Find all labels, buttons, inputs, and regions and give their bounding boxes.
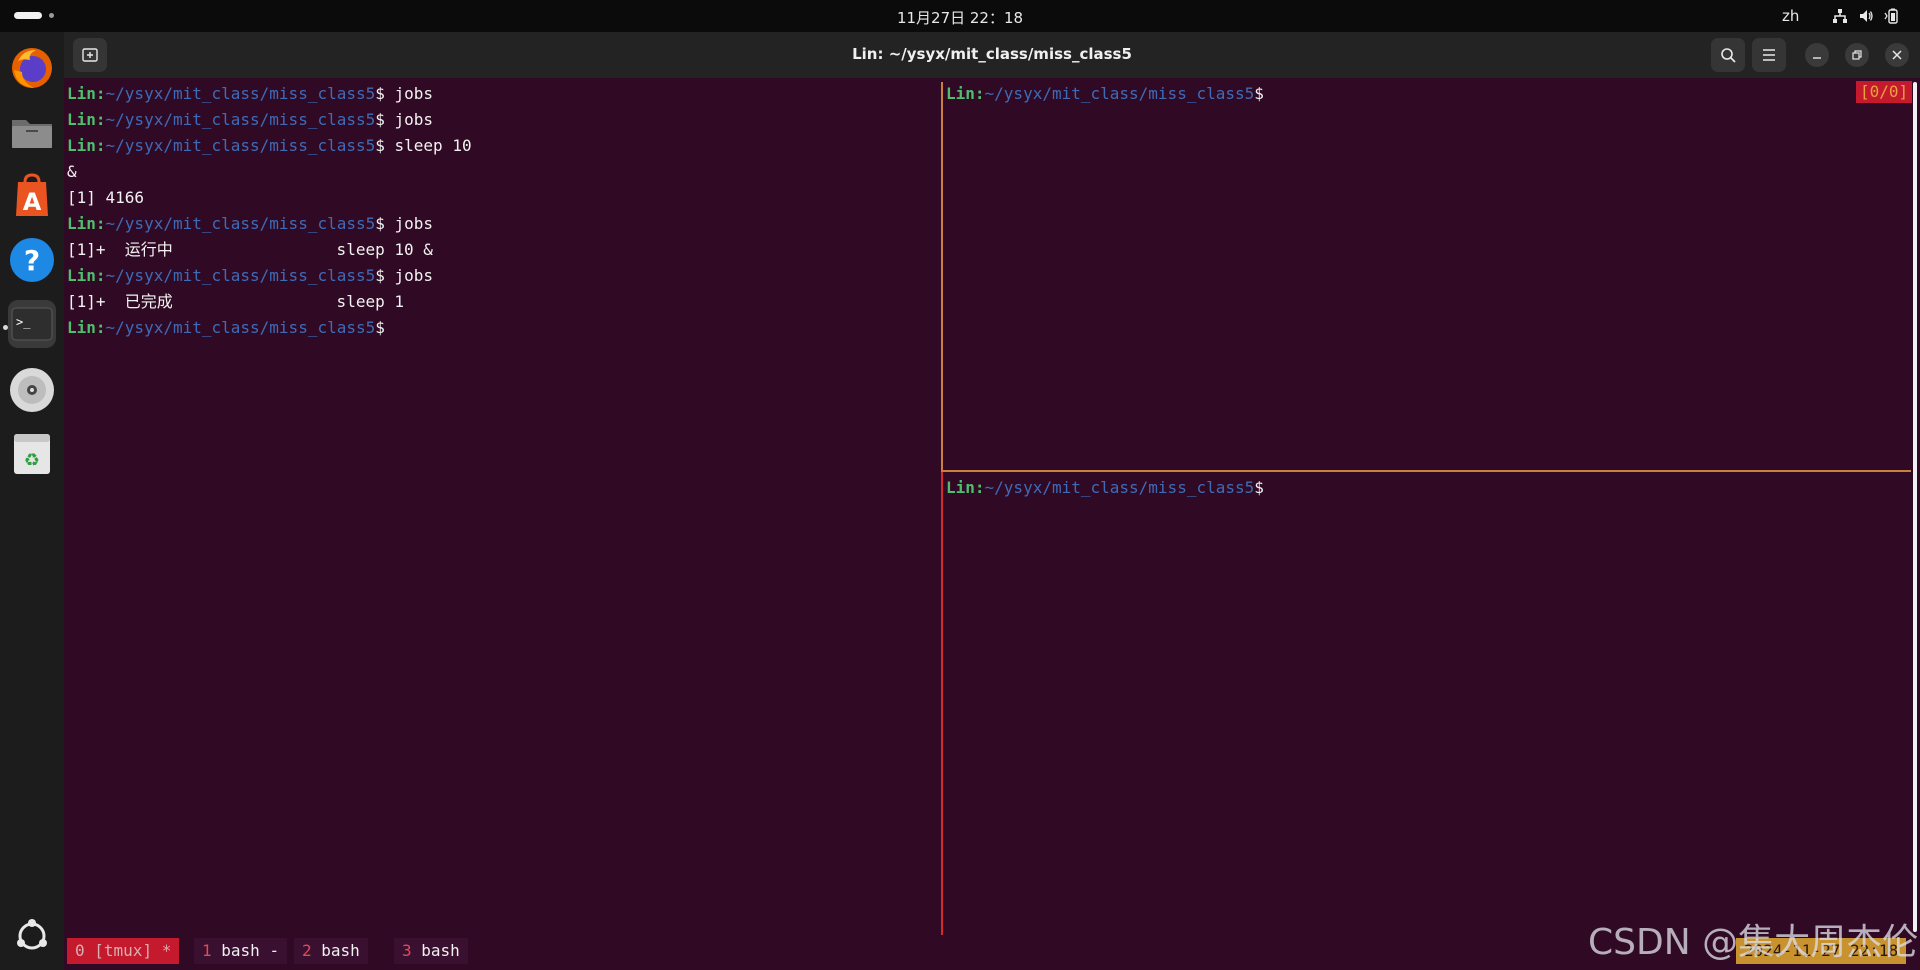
pane-separator-vertical-top [941,82,943,472]
prompt-line: Lin:~/ysyx/mit_class/miss_class5$ jobs [67,263,942,289]
prompt-path: ~/ysyx/mit_class/miss_class5 [105,214,376,233]
output-line: [1]+ 运行中 sleep 10 & [67,237,942,263]
prompt-line: Lin:~/ysyx/mit_class/miss_class5$ jobs [67,81,942,107]
svg-text:♻: ♻ [24,450,40,471]
tmux-window-3[interactable]: 3 bash [394,938,468,964]
command-text: $ jobs [375,84,434,103]
restore-button[interactable] [1845,43,1869,67]
prompt-path: ~/ysyx/mit_class/miss_class5 [105,136,376,155]
command-text: $ jobs [375,266,434,285]
command-text: $ sleep 10 [375,136,472,155]
menu-button[interactable] [1752,38,1786,72]
tmux-window-0[interactable]: 0 [tmux] * [67,938,180,964]
prompt-user: Lin: [67,110,106,129]
help-icon[interactable]: ? [8,236,56,284]
prompt-user: Lin: [67,318,106,337]
window-index: 1 [202,941,212,960]
firefox-icon[interactable] [8,44,56,92]
app-center-icon[interactable]: A [8,172,56,220]
output-text: & [67,162,77,181]
prompt-user: Lin: [946,84,985,103]
network-icon[interactable] [1832,8,1848,24]
prompt-line: Lin:~/ysyx/mit_class/miss_class5$ [67,315,942,341]
prompt-path: ~/ysyx/mit_class/miss_class5 [984,478,1255,497]
prompt-line: Lin:~/ysyx/mit_class/miss_class5$ [946,475,1906,501]
files-icon[interactable] [8,108,56,156]
window-title: Lin: ~/ysyx/mit_class/miss_class5 [852,45,1132,63]
prompt-path: ~/ysyx/mit_class/miss_class5 [984,84,1255,103]
battery-icon[interactable] [1884,8,1900,24]
tmux-pane-right-top[interactable]: Lin:~/ysyx/mit_class/miss_class5$ [946,81,1906,466]
output-text: [1]+ 运行中 sleep 10 & [67,240,433,259]
search-button[interactable] [1711,38,1745,72]
command-text: $ jobs [375,214,434,233]
prompt-user: Lin: [67,84,106,103]
pane-output: Lin:~/ysyx/mit_class/miss_class5$ jobs Li… [67,81,942,341]
window-label: [tmux] * [84,941,172,960]
window-index: 2 [302,941,312,960]
pane-separator-horizontal [943,470,1911,472]
minimize-button[interactable] [1805,43,1829,67]
window-label: bash [411,941,460,960]
search-icon [1721,48,1736,63]
window-label: bash - [211,941,280,960]
window-index: 0 [75,941,85,960]
trash-icon[interactable]: ♻ [8,430,56,478]
scrollbar[interactable] [1913,82,1917,932]
disc-icon[interactable] [8,366,56,414]
restore-icon [1852,50,1862,60]
command-text: $ [375,318,385,337]
prompt-user: Lin: [67,136,106,155]
prompt-line: Lin:~/ysyx/mit_class/miss_class5$ [946,81,1906,107]
tmux-pane-right-bottom[interactable]: Lin:~/ysyx/mit_class/miss_class5$ [946,475,1906,930]
output-line: [1]+ 已完成 sleep 1 [67,289,942,315]
command-text: $ jobs [375,110,434,129]
volume-icon[interactable] [1858,8,1874,24]
copy-mode-position-indicator: [0/0] [1856,81,1913,103]
prompt-user: Lin: [67,214,106,233]
minimize-icon [1813,57,1821,59]
window-index: 3 [402,941,412,960]
terminal-window: Lin: ~/ysyx/mit_class/miss_class5 Lin:~/… [64,32,1920,970]
output-text: [1] 4166 [67,188,145,207]
output-line: & [67,159,942,185]
output-line: [1] 4166 [67,185,942,211]
title-bar[interactable]: Lin: ~/ysyx/mit_class/miss_class5 [64,32,1920,78]
prompt-line: Lin:~/ysyx/mit_class/miss_class5$ jobs [67,107,942,133]
system-top-bar: 11月27日 22：18 zh [0,0,1920,32]
prompt-path: ~/ysyx/mit_class/miss_class5 [105,84,376,103]
window-label: bash [311,941,360,960]
prompt-path: ~/ysyx/mit_class/miss_class5 [105,110,376,129]
prompt-path: ~/ysyx/mit_class/miss_class5 [105,318,376,337]
show-apps-icon[interactable] [8,912,56,960]
input-language-indicator[interactable]: zh [1782,7,1799,25]
dock: A ? >_ ♻ [0,32,64,970]
tmux-window-2[interactable]: 2 bash [294,938,368,964]
svg-text:A: A [23,188,42,216]
prompt-symbol: $ [1254,478,1264,497]
prompt-line: Lin:~/ysyx/mit_class/miss_class5$ jobs [67,211,942,237]
svg-text:>_: >_ [16,315,31,329]
pane-separator-vertical-bottom [941,472,943,935]
prompt-user: Lin: [946,478,985,497]
terminal-area[interactable]: Lin:~/ysyx/mit_class/miss_class5$ jobs Li… [64,78,1920,970]
prompt-symbol: $ [1254,84,1264,103]
prompt-path: ~/ysyx/mit_class/miss_class5 [105,266,376,285]
tmux-pane-left[interactable]: Lin:~/ysyx/mit_class/miss_class5$ jobs Li… [67,81,942,931]
tmux-window-1[interactable]: 1 bash - [194,938,288,964]
terminal-icon[interactable]: >_ [8,300,56,348]
close-icon [1892,50,1902,60]
output-text: [1]+ 已完成 sleep 1 [67,292,404,311]
prompt-line: Lin:~/ysyx/mit_class/miss_class5$ sleep … [67,133,942,159]
prompt-user: Lin: [67,266,106,285]
clock[interactable]: 11月27日 22：18 [0,7,1920,28]
svg-text:?: ? [24,244,40,277]
hamburger-icon [1763,49,1775,61]
close-button[interactable] [1885,43,1909,67]
watermark: CSDN @集大周杰伦 [1588,922,1919,963]
